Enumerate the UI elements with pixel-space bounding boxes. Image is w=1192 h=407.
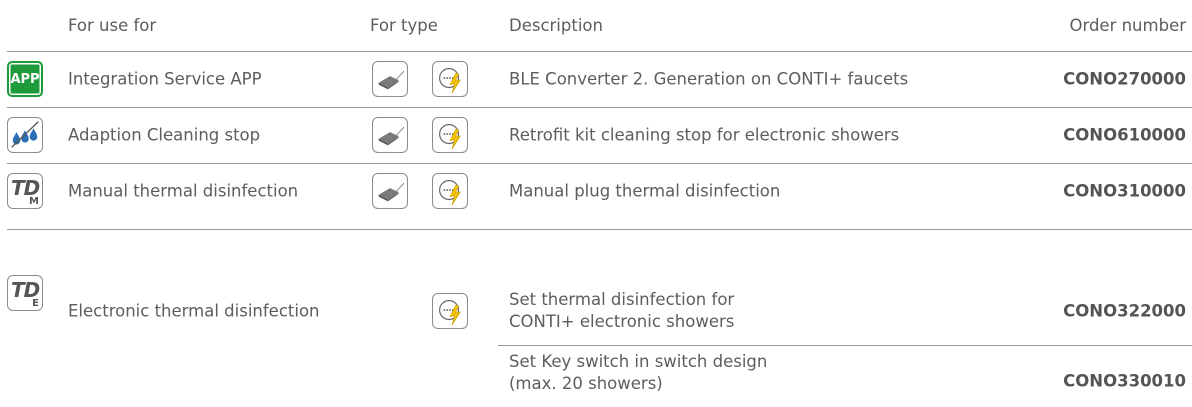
mains-power-icon [432, 61, 468, 97]
mains-power-icon [432, 293, 468, 329]
order-number: CONO310000 [1063, 181, 1186, 201]
description: Set Key switch in switch design (max. 20… [509, 351, 767, 395]
mains-power-icon [432, 173, 468, 209]
mains-power-icon [432, 117, 468, 153]
header-for-use-for: For use for [68, 16, 157, 35]
description: Set thermal disinfection for CONTI+ elec… [509, 289, 734, 333]
description-line: (max. 20 showers) [509, 374, 663, 393]
cleaning-stop-icon [7, 117, 43, 153]
td-manual-icon: TD M [7, 173, 43, 209]
order-number: CONO610000 [1063, 125, 1186, 145]
use-label: Manual thermal disinfection [68, 181, 299, 201]
order-number: CONO322000 [1063, 301, 1186, 321]
description-line: CONTI+ electronic showers [509, 312, 735, 331]
td-electronic-icon: TD E [7, 275, 43, 311]
description: Manual plug thermal disinfection [509, 181, 781, 201]
header-divider [7, 51, 1192, 52]
row-divider [7, 229, 1192, 230]
header-description: Description [509, 16, 603, 35]
row-divider [7, 163, 1192, 164]
use-label: Adaption Cleaning stop [68, 125, 261, 145]
td-icon-sub: M [29, 196, 39, 207]
order-number: CONO270000 [1063, 69, 1186, 89]
description: Retrofit kit cleaning stop for electroni… [509, 125, 900, 145]
td-icon-sub: E [32, 298, 39, 309]
order-number: CONO330010 [1063, 371, 1186, 391]
description-line: Set thermal disinfection for [509, 290, 735, 309]
description-line: Set Key switch in switch design [509, 352, 768, 371]
row-divider [498, 345, 1192, 346]
use-label: Electronic thermal disinfection [68, 301, 320, 321]
battery-module-icon [372, 117, 408, 153]
app-icon: APP [7, 61, 43, 97]
battery-module-icon [372, 61, 408, 97]
header-order-number: Order number [1069, 16, 1186, 35]
row-divider [7, 107, 1192, 108]
description: BLE Converter 2. Generation on CONTI+ fa… [509, 69, 909, 89]
battery-module-icon [372, 173, 408, 209]
header-for-type: For type [370, 16, 438, 35]
use-label: Integration Service APP [68, 69, 262, 89]
